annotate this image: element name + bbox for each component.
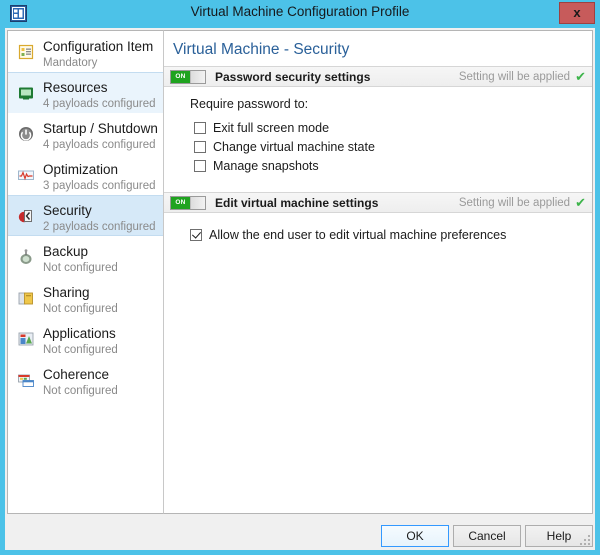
checkbox-label: Manage snapshots <box>213 158 319 173</box>
toggle-password-security-settings[interactable]: ON <box>170 69 206 84</box>
optimization-pulse-icon <box>16 165 36 185</box>
toggle-on-label: ON <box>171 196 190 209</box>
section-header-password-security: ON Password security settings Setting wi… <box>164 66 592 87</box>
sidebar-item-text: Applications Not configured <box>43 324 118 358</box>
sidebar-item-sublabel: Not configured <box>43 385 118 397</box>
footer-bar: OK Cancel Help <box>5 517 595 550</box>
checkbox-change-virtual-machine-state[interactable] <box>194 140 206 153</box>
sidebar-item-text: Startup / Shutdown 4 payloads configured <box>43 119 158 153</box>
sidebar: Configuration Item Mandatory Resources 4… <box>7 30 164 514</box>
sidebar-item-startup-shutdown[interactable]: Startup / Shutdown 4 payloads configured <box>8 113 163 154</box>
status-text: Setting will be applied <box>458 196 571 209</box>
sidebar-item-label: Security <box>43 203 92 218</box>
sidebar-item-label: Resources <box>43 80 108 95</box>
window-title: Virtual Machine Configuration Profile <box>190 4 410 19</box>
sidebar-item-optimization[interactable]: Optimization 3 payloads configured <box>8 154 163 195</box>
sidebar-item-label: Configuration Item <box>43 39 154 54</box>
sidebar-item-applications[interactable]: Applications Not configured <box>8 318 163 359</box>
toggle-knob <box>190 196 205 209</box>
sidebar-item-resources[interactable]: Resources 4 payloads configured <box>8 72 163 113</box>
checkbox-row-exit-full-screen-mode[interactable]: Exit full screen mode <box>194 118 592 137</box>
dialog-client-area: Configuration Item Mandatory Resources 4… <box>5 28 595 550</box>
dialog-window: Virtual Machine Configuration Profile x <box>0 0 600 555</box>
sidebar-item-text: Sharing Not configured <box>43 283 118 317</box>
section-label: Edit virtual machine settings <box>215 195 379 210</box>
content-pane: Virtual Machine - Security ON Password s… <box>164 30 593 514</box>
checkbox-label: Exit full screen mode <box>213 120 330 135</box>
ok-button[interactable]: OK <box>381 525 449 547</box>
sidebar-item-sublabel: Not configured <box>43 344 118 356</box>
sharing-folder-icon <box>16 288 36 308</box>
sidebar-item-coherence[interactable]: Coherence Not configured <box>8 359 163 400</box>
sidebar-item-label: Sharing <box>43 285 90 300</box>
sidebar-item-sublabel: 4 payloads configured <box>43 139 156 151</box>
checkbox-row-change-vm-state[interactable]: Change virtual machine state <box>194 137 592 156</box>
checkbox-manage-snapshots[interactable] <box>194 159 206 172</box>
toggle-knob <box>190 70 205 83</box>
sidebar-item-label: Coherence <box>43 367 110 382</box>
checkbox-row-manage-snapshots[interactable]: Manage snapshots <box>194 156 592 175</box>
page-title: Virtual Machine - Security <box>173 41 350 58</box>
sidebar-item-text: Backup Not configured <box>43 242 118 276</box>
checkbox-label: Allow the end user to edit virtual machi… <box>209 227 507 242</box>
panes: Configuration Item Mandatory Resources 4… <box>7 30 593 514</box>
status-badge: Setting will be applied ✔ <box>458 194 586 210</box>
resources-monitor-icon <box>16 83 36 103</box>
checkbox-label: Change virtual machine state <box>213 139 375 154</box>
sidebar-item-text: Coherence Not configured <box>43 365 118 399</box>
checkbox-allow-end-user-edit-preferences[interactable] <box>190 228 202 241</box>
security-shield-icon <box>16 206 36 226</box>
configuration-item-icon <box>16 42 36 62</box>
section-body-edit-vm-settings: Allow the end user to edit virtual machi… <box>164 213 592 244</box>
checkbox-exit-full-screen-mode[interactable] <box>194 121 206 134</box>
checkbox-row-allow-edit-preferences[interactable]: Allow the end user to edit virtual machi… <box>190 225 592 244</box>
sidebar-item-label: Startup / Shutdown <box>43 121 158 136</box>
sidebar-item-sublabel: Not configured <box>43 303 118 315</box>
sidebar-item-sublabel: 4 payloads configured <box>43 98 156 110</box>
backup-icon <box>16 247 36 267</box>
sidebar-item-label: Backup <box>43 244 89 259</box>
section-label: Password security settings <box>215 69 371 84</box>
green-check-icon: ✔ <box>575 68 586 84</box>
resize-grip-icon[interactable] <box>580 535 592 547</box>
sidebar-item-sharing[interactable]: Sharing Not configured <box>8 277 163 318</box>
require-password-prompt: Require password to: <box>190 97 309 111</box>
sidebar-item-sublabel: 3 payloads configured <box>43 180 156 192</box>
sidebar-item-backup[interactable]: Backup Not configured <box>8 236 163 277</box>
sidebar-item-text: Optimization 3 payloads configured <box>43 160 156 194</box>
sidebar-item-sublabel: Not configured <box>43 262 118 274</box>
title-bar: Virtual Machine Configuration Profile x <box>0 0 600 28</box>
sidebar-item-label: Applications <box>43 326 116 341</box>
toggle-edit-virtual-machine-settings[interactable]: ON <box>170 195 206 210</box>
green-check-icon: ✔ <box>575 194 586 210</box>
sidebar-item-sublabel: Mandatory <box>43 57 98 69</box>
status-text: Setting will be applied <box>458 70 571 83</box>
sidebar-item-text: Configuration Item Mandatory <box>43 37 153 71</box>
section-body-password-security: Require password to: Exit full screen mo… <box>164 87 592 175</box>
sidebar-item-text: Resources 4 payloads configured <box>43 78 156 112</box>
applications-icon <box>16 329 36 349</box>
toggle-on-label: ON <box>171 70 190 83</box>
sidebar-item-label: Optimization <box>43 162 119 177</box>
section-header-edit-vm-settings: ON Edit virtual machine settings Setting… <box>164 192 592 213</box>
close-button[interactable]: x <box>559 2 595 24</box>
status-badge: Setting will be applied ✔ <box>458 68 586 84</box>
power-icon <box>16 124 36 144</box>
sidebar-item-configuration-item[interactable]: Configuration Item Mandatory <box>8 31 163 72</box>
coherence-window-icon <box>16 370 36 390</box>
sidebar-item-sublabel: 2 payloads configured <box>43 221 156 233</box>
cancel-button[interactable]: Cancel <box>453 525 521 547</box>
sidebar-item-security[interactable]: Security 2 payloads configured <box>8 195 163 236</box>
sidebar-item-text: Security 2 payloads configured <box>43 201 156 235</box>
